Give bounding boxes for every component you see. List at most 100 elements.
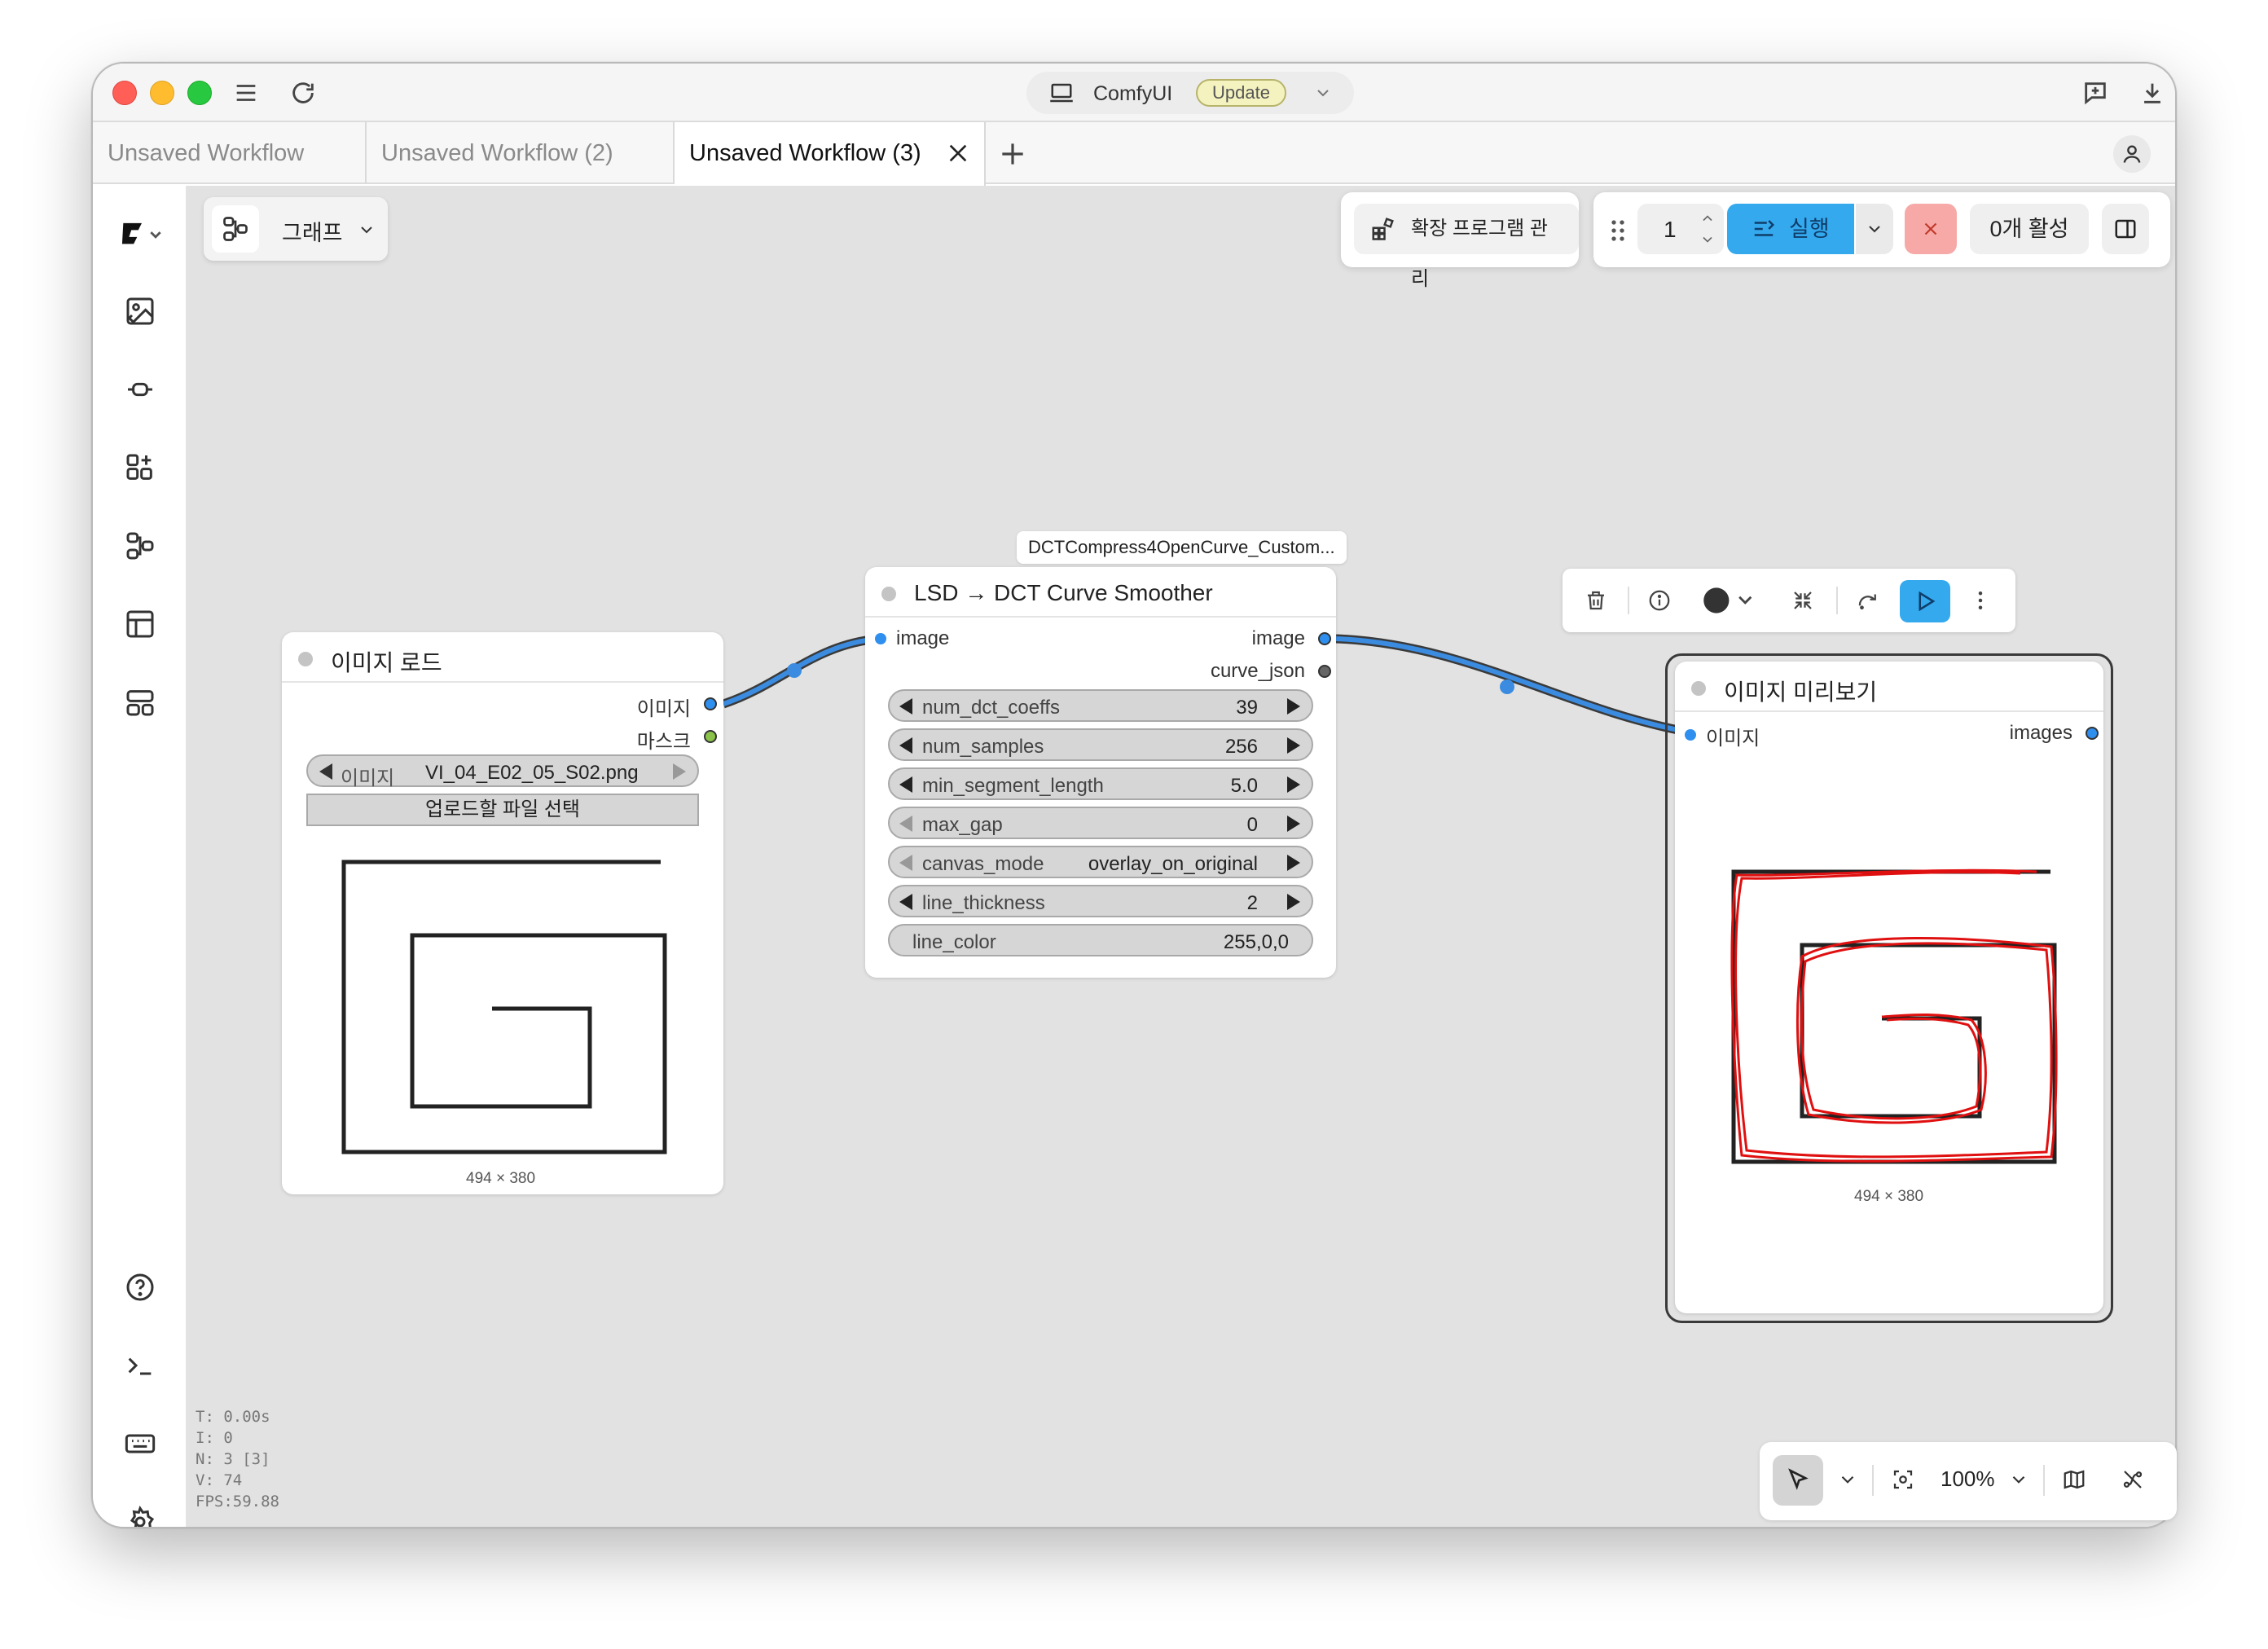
decrement-arrow-icon[interactable] bbox=[899, 894, 912, 910]
increment-arrow-icon[interactable] bbox=[1287, 737, 1300, 754]
minimap-icon[interactable] bbox=[2059, 1465, 2089, 1494]
widget-value: 5.0 bbox=[1230, 775, 1258, 797]
node-color-picker[interactable] bbox=[1699, 585, 1756, 616]
widget-label: min_segment_length bbox=[922, 775, 1104, 797]
graph-switcher[interactable]: 그래프 bbox=[204, 197, 388, 261]
widget-num-dct-coeffs[interactable]: num_dct_coeffs 39 bbox=[888, 689, 1313, 722]
run-selected-button[interactable] bbox=[1900, 580, 1950, 622]
delete-trash-icon[interactable] bbox=[1580, 585, 1611, 616]
widget-canvas-mode[interactable]: canvas_mode overlay_on_original bbox=[888, 846, 1313, 878]
output-slot-curve-json[interactable] bbox=[1318, 665, 1331, 678]
widget-line-thickness[interactable]: line_thickness 2 bbox=[888, 885, 1313, 917]
output-slot-image[interactable] bbox=[704, 697, 717, 710]
fit-view-icon[interactable] bbox=[1888, 1465, 1918, 1494]
tool-mode-dropdown[interactable] bbox=[1833, 1465, 1862, 1494]
node-title-bar[interactable]: LSD → DCT Curve Smoother bbox=[865, 567, 1336, 618]
hide-links-icon[interactable] bbox=[2118, 1465, 2147, 1494]
node-collapse-dot[interactable] bbox=[1691, 681, 1706, 696]
chevron-down-icon bbox=[1841, 1475, 1854, 1484]
cancel-run-button[interactable] bbox=[1905, 204, 1957, 254]
decrement-arrow-icon[interactable] bbox=[899, 698, 912, 715]
node-collapse-dot[interactable] bbox=[298, 652, 313, 666]
load-image-node[interactable]: 이미지 로드 이미지 마스크 이미지 VI_04_E02_05_S02.png … bbox=[282, 632, 723, 1194]
chevron-down-icon[interactable] bbox=[1699, 231, 1716, 248]
zoom-level[interactable]: 100% bbox=[1941, 1467, 1995, 1492]
run-button[interactable]: 실행 bbox=[1727, 204, 1854, 254]
decrement-arrow-icon[interactable] bbox=[899, 737, 912, 754]
selection-toolbar bbox=[1563, 569, 2015, 632]
decrement-arrow-icon[interactable] bbox=[899, 816, 912, 832]
widget-min-segment-length[interactable]: min_segment_length 5.0 bbox=[888, 767, 1313, 800]
widget-max-gap[interactable]: max_gap 0 bbox=[888, 807, 1313, 839]
node-title: 이미지 로드 bbox=[331, 650, 442, 675]
increment-arrow-icon[interactable] bbox=[1287, 776, 1300, 793]
info-icon[interactable] bbox=[1644, 585, 1675, 616]
bypass-redo-icon[interactable] bbox=[1853, 585, 1883, 616]
image-dimensions: 494 × 380 bbox=[466, 1170, 536, 1187]
chevron-up-icon[interactable] bbox=[1699, 210, 1716, 226]
stat-i: I: 0 bbox=[196, 1429, 233, 1447]
dct-curve-smoother-node[interactable]: LSD → DCT Curve Smoother image image cur… bbox=[865, 567, 1336, 978]
prev-arrow-icon[interactable] bbox=[319, 763, 332, 780]
zoom-dropdown[interactable] bbox=[2004, 1465, 2033, 1494]
node-title: LSD → DCT Curve Smoother bbox=[914, 580, 1213, 605]
output-slot-images[interactable] bbox=[2086, 727, 2099, 740]
increment-arrow-icon[interactable] bbox=[1287, 698, 1300, 715]
widget-label: num_samples bbox=[922, 736, 1044, 758]
active-jobs-button[interactable]: 0개 활성 bbox=[1970, 204, 2089, 254]
node-title-bar[interactable]: 이미지 로드 bbox=[282, 632, 723, 683]
stat-fps: FPS:59.88 bbox=[196, 1493, 279, 1510]
canvas-controls: 100% bbox=[1760, 1442, 2177, 1520]
queue-count-stepper[interactable]: 1 bbox=[1637, 204, 1724, 254]
manage-extensions-button[interactable]: 확장 프로그램 관리 bbox=[1354, 204, 1579, 290]
input-slot-label: 이미지 bbox=[1706, 728, 1760, 750]
upload-file-button[interactable]: 업로드할 파일 선택 bbox=[306, 794, 699, 826]
decrement-arrow-icon[interactable] bbox=[899, 855, 912, 871]
input-slot-label: image bbox=[896, 627, 950, 649]
run-panel: 1 실행 0개 활성 bbox=[1593, 192, 2170, 267]
widget-value: 39 bbox=[1236, 697, 1258, 719]
widget-num-samples[interactable]: num_samples 256 bbox=[888, 728, 1313, 761]
widget-line-color[interactable]: line_color 255,0,0 bbox=[888, 924, 1313, 956]
decrement-arrow-icon[interactable] bbox=[899, 776, 912, 793]
increment-arrow-icon[interactable] bbox=[1287, 894, 1300, 910]
widget-label: canvas_mode bbox=[922, 853, 1044, 875]
widget-value: 2 bbox=[1246, 892, 1258, 914]
node-title-bar[interactable]: 이미지 미리보기 bbox=[1675, 662, 2103, 712]
drag-handle-icon[interactable] bbox=[1608, 218, 1628, 243]
play-icon bbox=[1919, 591, 1936, 612]
widget-value: 255,0,0 bbox=[1223, 931, 1289, 953]
link-midpoint[interactable] bbox=[787, 663, 802, 678]
increment-arrow-icon[interactable] bbox=[1287, 855, 1300, 871]
combo-value: VI_04_E02_05_S02.png bbox=[425, 762, 639, 784]
widget-label: num_dct_coeffs bbox=[922, 697, 1060, 719]
run-queue-icon bbox=[1754, 220, 1775, 236]
widget-label: line_color bbox=[912, 931, 996, 953]
preview-image-node[interactable]: 이미지 미리보기 이미지 images 494 × 380 bbox=[1675, 662, 2103, 1313]
more-options-icon[interactable] bbox=[1965, 585, 1996, 616]
increment-arrow-icon[interactable] bbox=[1287, 816, 1300, 832]
toggle-right-panel-button[interactable] bbox=[2102, 204, 2149, 254]
next-arrow-icon[interactable] bbox=[673, 763, 686, 780]
stat-nodes: N: 3 [3] bbox=[196, 1450, 270, 1468]
input-slot-image[interactable] bbox=[1685, 729, 1696, 741]
node-collapse-dot[interactable] bbox=[881, 587, 896, 601]
image-dimensions: 494 × 380 bbox=[1854, 1188, 1924, 1205]
image-file-combo[interactable]: 이미지 VI_04_E02_05_S02.png bbox=[306, 754, 699, 789]
run-options-dropdown[interactable] bbox=[1856, 204, 1893, 254]
stat-time: T: 0.00s bbox=[196, 1408, 270, 1426]
link-midpoint[interactable] bbox=[1500, 679, 1514, 694]
widget-value: overlay_on_original bbox=[1088, 853, 1258, 875]
node-title: 이미지 미리보기 bbox=[1724, 679, 1878, 705]
select-tool-button[interactable] bbox=[1773, 1455, 1823, 1506]
run-label: 실행 bbox=[1789, 217, 1830, 241]
combo-label: 이미지 bbox=[341, 767, 395, 789]
output-slot-mask[interactable] bbox=[704, 730, 717, 743]
output-slot-image[interactable] bbox=[1318, 632, 1331, 645]
input-slot-image[interactable] bbox=[875, 633, 886, 644]
extensions-panel: 확장 프로그램 관리 bbox=[1341, 192, 1579, 290]
widget-value: 0 bbox=[1246, 814, 1258, 836]
collapse-node-icon[interactable] bbox=[1787, 585, 1818, 616]
sidebar-panel-icon bbox=[2115, 219, 2136, 239]
output-slot-label: curve_json bbox=[1210, 660, 1305, 682]
